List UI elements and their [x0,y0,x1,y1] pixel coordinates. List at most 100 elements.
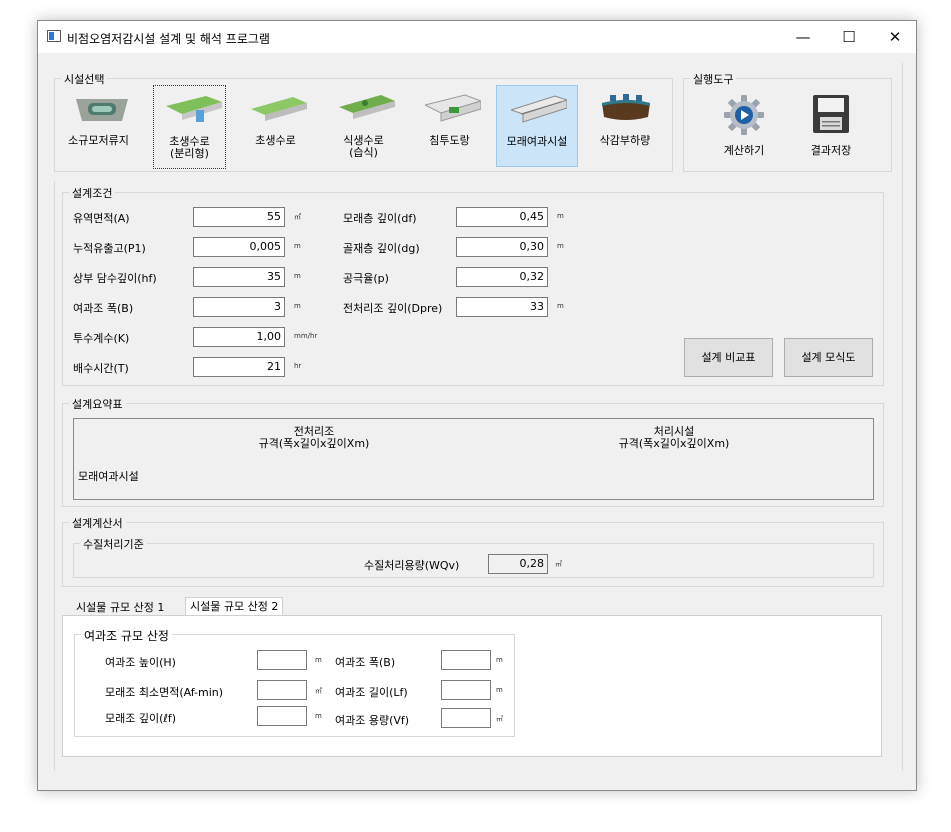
calculate-button[interactable]: 계산하기 [704,83,784,163]
facility-grassed-swale[interactable]: 초생수로 [239,85,312,165]
gravel-depth-input[interactable]: 0,30 [456,237,548,257]
maximize-button[interactable]: ☐ [826,21,872,53]
title-bar: 비점오염저감시설 설계 및 해석 프로그램 — ☐ ✕ [38,21,916,53]
unit-label: m [294,242,301,250]
main-window: 비점오염저감시설 설계 및 해석 프로그램 — ☐ ✕ 시설선택 소규모저류지 … [37,20,917,791]
unit-label: ㎡ [294,213,301,221]
unit-label: ㎥ [555,560,562,568]
vegetated-swale-wet-icon [339,95,395,119]
design-conditions-label: 설계조건 [69,185,116,201]
unit-label: m [557,302,564,310]
close-button[interactable]: ✕ [872,21,918,53]
filter-length-label: 여과조 길이(Lf) [335,686,408,699]
minimize-button[interactable]: — [780,21,826,53]
unit-label: m [496,686,503,694]
facility-label: 식생수로 (습식) [343,134,384,159]
permeability-input[interactable]: 1,00 [193,327,285,347]
unit-label: mm/hr [294,332,318,340]
design-conditions-group: 설계조건 유역면적(A) 55 ㎡ 누적유출고(P1) 0,005 m 상부 담… [62,185,884,386]
unit-label: m [294,302,301,310]
unit-label: m [557,242,564,250]
sand-depth-input[interactable]: 0,45 [456,207,548,227]
unit-label: m [294,272,301,280]
filter-length-input[interactable] [441,680,491,700]
pretreatment-depth-input[interactable]: 33 [456,297,548,317]
design-calc-label: 설계계산서 [69,515,126,531]
ponding-depth-input[interactable]: 35 [193,267,285,287]
unit-label: ㎥ [496,715,503,723]
grassed-swale-icon [251,97,307,121]
design-diagram-button[interactable]: 설계 모식도 [784,338,873,377]
sand-min-area-input[interactable] [257,680,307,700]
unit-label: m [315,712,322,720]
gear-icon [724,95,764,135]
facility-label: 초생수로 [255,134,296,147]
filter-height-input[interactable] [257,650,307,670]
porosity-input[interactable]: 0,32 [456,267,548,287]
pretreatment-depth-label: 전처리조 깊이(Dpre) [343,302,443,315]
permeability-label: 투수계수(K) [73,332,130,345]
summary-col1-sub: 규격(폭x길이x깊이Xm) [258,437,370,450]
unit-label: hr [294,362,302,370]
summary-col2-sub: 규격(폭x길이x깊이Xm) [618,437,730,450]
infiltration-trench-icon [425,94,481,122]
sand-depth-lf-input[interactable] [257,706,307,726]
porosity-label: 공극율(p) [343,272,389,285]
area-label: 유역면적(A) [73,212,130,225]
app-icon [47,30,61,42]
facility-vegetated-swale-wet[interactable]: 식생수로 (습식) [327,85,400,165]
filter-volume-input[interactable] [441,708,491,728]
facility-sand-filter[interactable]: 모래여과시설 [496,85,578,167]
summary-row-label: 모래여과시설 [78,470,139,483]
filter-width-label: 여과조 폭(B) [73,302,134,315]
filter-height-label: 여과조 높이(H) [105,656,176,669]
tab-sizing-2[interactable]: 시설물 규모 산정 2 [185,597,284,615]
load-reduction-icon [602,94,650,120]
small-retention-pond-icon [76,99,128,121]
ponding-depth-label: 상부 담수깊이(hf) [73,272,157,285]
grassed-swale-separated-icon [166,96,222,122]
unit-label: m [315,656,322,664]
drain-time-input[interactable]: 21 [193,357,285,377]
filter-width-input[interactable]: 3 [193,297,285,317]
facility-select-group: 시설선택 소규모저류지 초생수로 (분리형) 초생수로 식생수로 (습식) 침투… [54,71,673,172]
save-result-button[interactable]: 결과저장 [791,83,871,163]
sand-filter-icon [511,95,567,123]
calculate-label: 계산하기 [723,144,765,157]
facility-small-retention[interactable]: 소규모저류지 [62,85,135,165]
design-calc-group: 설계계산서 수질처리기준 수질처리용량(WQv) 0,28 ㎥ [62,515,884,587]
floppy-disk-icon [813,95,849,133]
save-result-label: 결과저장 [810,144,852,157]
design-summary-group: 설계요약표 전처리조 규격(폭x길이x깊이Xm) 처리시설 규격(폭x길이x깊이… [62,396,884,507]
tools-group: 실행도구 계산하기 결과저장 [683,71,892,172]
unit-label: m [496,656,503,664]
design-summary-label: 설계요약표 [69,396,126,412]
filter-width-b-input[interactable] [441,650,491,670]
wqv-label: 수질처리용량(WQv) [364,559,460,572]
cumulative-runoff-label: 누적유출고(P1) [73,242,146,255]
filter-volume-label: 여과조 용량(Vf) [335,714,410,727]
facility-label: 초생수로 (분리형) [169,135,210,160]
drain-time-label: 배수시간(T) [73,362,129,375]
summary-table: 전처리조 규격(폭x길이x깊이Xm) 처리시설 규격(폭x길이x깊이Xm) 모래… [73,418,874,500]
sand-depth-label: 모래층 깊이(df) [343,212,417,225]
unit-label: ㎡ [315,687,322,695]
design-compare-button[interactable]: 설계 비교표 [684,338,773,377]
window-title: 비점오염저감시설 설계 및 해석 프로그램 [67,32,270,46]
filter-width-b-label: 여과조 폭(B) [335,656,396,669]
facility-grassed-swale-separated[interactable]: 초생수로 (분리형) [153,85,226,169]
facility-label: 모래여과시설 [506,135,568,148]
sand-depth-lf-label: 모래조 깊이(ℓf) [105,712,177,725]
facility-label: 삭감부하량 [599,134,651,147]
water-quality-group: 수질처리기준 수질처리용량(WQv) 0,28 ㎥ [73,536,874,578]
frame-line-left [54,181,55,771]
facility-load-reduction[interactable]: 삭감부하량 [586,85,664,165]
area-input[interactable]: 55 [193,207,285,227]
facility-infiltration-trench[interactable]: 침투도랑 [413,85,486,165]
wqv-output[interactable]: 0,28 [488,554,548,574]
tab-page-sizing-2: 여과조 규모 산정 여과조 높이(H) m 모래조 최소면적(Af-min) ㎡… [62,615,882,757]
frame-line-right [902,63,903,771]
facility-label: 침투도랑 [429,134,470,147]
cumulative-runoff-input[interactable]: 0,005 [193,237,285,257]
water-quality-label: 수질처리기준 [80,536,147,552]
